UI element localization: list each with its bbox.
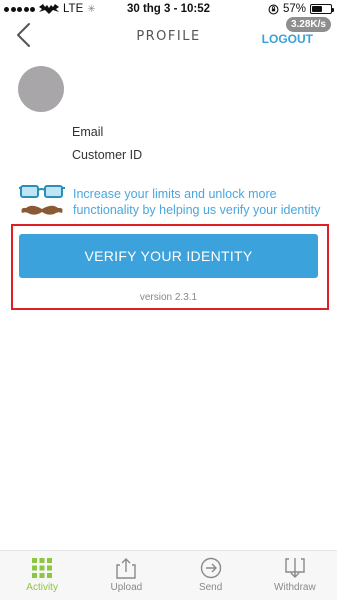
version-label: version 2.3.1 (139, 292, 198, 303)
status-right: 57% (268, 3, 334, 15)
battery-fill (312, 6, 323, 12)
status-bar: LTE ✳ 30 thg 3 - 10:52 57% 3.28K/s (0, 0, 337, 32)
tab-label: Upload (110, 582, 143, 593)
grid-icon (32, 558, 53, 578)
withdraw-icon (285, 558, 305, 578)
tab-label: Withdraw (274, 582, 316, 593)
verify-identity-button[interactable]: VERIFY YOUR IDENTITY (19, 234, 318, 278)
tab-upload[interactable]: Upload (84, 551, 168, 600)
email-label: Email (72, 125, 104, 139)
tab-bar: Activity Upload Send Withdraw (0, 550, 337, 600)
tab-send[interactable]: Send (169, 551, 253, 600)
tab-activity[interactable]: Activity (0, 551, 84, 600)
rotation-lock-icon (268, 4, 279, 14)
upload-icon (116, 558, 137, 579)
battery-icon (310, 4, 334, 14)
tab-withdraw[interactable]: Withdraw (253, 551, 337, 600)
glasses-mustache-icon (19, 185, 65, 215)
tab-label: Activity (26, 582, 58, 593)
verification-promo-text: Increase your limits and unlock more fun… (73, 187, 321, 217)
battery-percent: 57% (282, 3, 306, 15)
tab-label: Send (198, 582, 223, 593)
customer-id-label: Customer ID (72, 148, 143, 162)
avatar[interactable] (18, 66, 64, 112)
send-icon (200, 557, 221, 579)
logout-button[interactable]: LOGOUT (262, 32, 313, 46)
